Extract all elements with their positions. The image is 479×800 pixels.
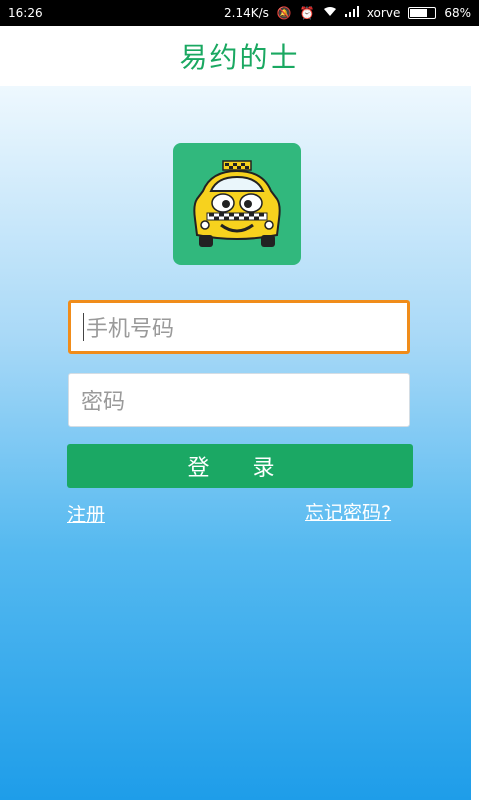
net-speed: 2.14K/s (224, 6, 269, 20)
password-placeholder: 密码 (81, 390, 126, 415)
status-bar: 16:26 2.14K/s 🔕 ⏰ xorve 68% (0, 0, 479, 26)
forgot-password-link[interactable]: 忘记密码? (305, 498, 391, 525)
title-bar: 易约的士 (0, 26, 479, 86)
app-title: 易约的士 (179, 41, 300, 74)
battery-percent: 68% (444, 6, 471, 20)
status-icons: 2.14K/s 🔕 ⏰ xorve 68% (224, 6, 471, 20)
phone-placeholder: 手机号码 (86, 317, 175, 342)
mute-icon: 🔕 (276, 6, 292, 20)
status-time: 16:26 (8, 6, 43, 20)
battery-icon (408, 7, 437, 19)
text-caret (83, 313, 84, 341)
alarm-icon: ⏰ (299, 6, 315, 20)
signal-icon (344, 6, 359, 20)
carrier: xorve (366, 6, 401, 20)
taxi-icon (193, 160, 281, 247)
password-input[interactable]: 密码 (68, 373, 410, 427)
register-link[interactable]: 注册 (67, 500, 105, 527)
wifi-icon (323, 6, 337, 20)
login-button[interactable]: 登 录 (67, 444, 413, 488)
login-screen: 手机号码 密码 登 录 注册 忘记密码? (0, 86, 471, 800)
screen-edge (471, 86, 479, 800)
phone-input[interactable]: 手机号码 (68, 300, 410, 354)
app-logo (173, 143, 301, 265)
